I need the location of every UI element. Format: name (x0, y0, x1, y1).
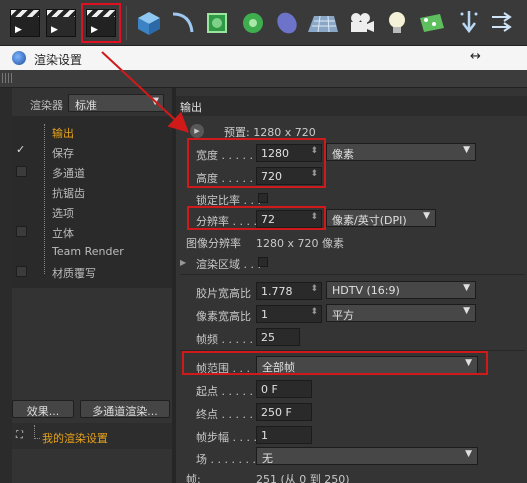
tree-item-options[interactable]: 选项 (12, 202, 172, 222)
tree-item-multipass[interactable]: 多通道 (12, 162, 172, 182)
unit-select[interactable]: 像素 ▼ (326, 143, 476, 161)
render-region-checkbox[interactable] (258, 257, 268, 267)
deformer-icon[interactable] (270, 5, 304, 41)
tree-item-save[interactable]: ✓ 保存 (12, 142, 172, 162)
tag-icon[interactable] (414, 5, 448, 41)
render-view-icon[interactable] (8, 5, 42, 41)
tree-item-label: 输出 (52, 127, 74, 140)
deformer-arrows-icon[interactable] (488, 5, 522, 41)
toolbar-separator (126, 6, 127, 40)
tree-item-stereo[interactable]: 立体 (12, 222, 172, 242)
film-aspect-select[interactable]: HDTV (16:9) ▼ (326, 281, 476, 299)
tree-item-label: 立体 (52, 227, 74, 240)
tree-item-label: Team Render (52, 245, 124, 258)
light-icon[interactable] (380, 5, 414, 41)
fps-input[interactable]: 25 (256, 328, 300, 346)
image-resolution-value: 1280 x 720 像素 (256, 237, 344, 250)
field-label: 场 . . . . . . . (196, 453, 256, 466)
window-title: 渲染设置 (34, 53, 83, 67)
frame-range-highlight (182, 351, 488, 375)
settings-tree: 输出 ✓ 保存 多通道 抗锯齿 选项 立体 Team Render 材质覆写 (12, 116, 172, 288)
lock-ratio-checkbox[interactable] (258, 193, 268, 203)
end-input[interactable]: 250 F (256, 403, 312, 421)
renderer-select-value: 标准 (75, 99, 97, 112)
end-label: 终点 . . . . . (196, 408, 253, 421)
enable-checkbox[interactable] (16, 226, 27, 237)
tree-item-material-override[interactable]: 材质覆写 (12, 262, 172, 282)
start-label: 起点 . . . . . (196, 385, 253, 398)
tree-item-output[interactable]: 输出 (12, 122, 172, 142)
render-setting-name: 我的渲染设置 (42, 432, 108, 445)
renderer-select[interactable]: 标准 ▼ (68, 94, 164, 112)
start-input[interactable]: 0 F (256, 380, 312, 398)
enable-checkbox[interactable] (16, 266, 27, 277)
generator-icon[interactable] (200, 5, 234, 41)
spinner-icon[interactable]: ⬍ (310, 307, 318, 317)
tree-item-antialiasing[interactable]: 抗锯齿 (12, 182, 172, 202)
tree-item-label: 保存 (52, 147, 74, 160)
film-aspect-label: 胶片宽高比 (196, 287, 251, 300)
tree-connector-line (34, 425, 40, 439)
size-highlight (187, 138, 326, 188)
tree-item-label: 抗锯齿 (52, 187, 85, 200)
render-to-picture-viewer-icon[interactable] (44, 5, 78, 41)
enable-checkbox[interactable] (16, 166, 27, 177)
chevron-down-icon: ▼ (463, 283, 470, 293)
fps-label: 帧频 . . . . . (196, 333, 253, 346)
resolution-unit-select[interactable]: 像素/英寸(DPI) ▼ (326, 209, 436, 227)
chevron-down-icon: ▼ (465, 449, 472, 459)
field-select[interactable]: 无 ▼ (256, 447, 478, 465)
image-resolution-label: 图像分辨率 (186, 237, 241, 250)
spinner-icon[interactable]: ⬍ (310, 284, 318, 294)
chevron-down-icon: ▼ (463, 306, 470, 316)
divider (180, 274, 525, 275)
renderer-label: 渲染器 (30, 99, 63, 112)
field-icon[interactable] (452, 5, 486, 41)
checkmark-icon[interactable]: ✓ (16, 143, 27, 156)
expand-triangle-icon[interactable]: ▶ (180, 258, 186, 267)
tree-item-team-render[interactable]: Team Render (12, 242, 172, 262)
spline-icon[interactable] (166, 5, 200, 41)
main-toolbar (0, 0, 527, 46)
tree-item-label: 选项 (52, 207, 74, 220)
settings-icon: ⛶ (16, 430, 23, 441)
multipass-render-button[interactable]: 多通道渲染... (80, 400, 170, 418)
panel-header-strip (0, 70, 527, 88)
camera-icon[interactable] (344, 5, 378, 41)
section-header: 输出 (176, 96, 527, 116)
render-setting-entry[interactable]: ⛶ 我的渲染设置 (12, 423, 172, 449)
floor-icon[interactable] (306, 5, 340, 41)
pixel-aspect-input[interactable]: 1 ⬍ (256, 305, 322, 323)
step-label: 帧步幅 . . . . (196, 431, 257, 444)
nurbs-icon[interactable] (236, 5, 270, 41)
tree-item-label: 多通道 (52, 167, 85, 180)
tree-item-label: 材质覆写 (52, 267, 96, 280)
pixel-aspect-label: 像素宽高比 (196, 310, 251, 323)
render-settings-highlight (81, 3, 121, 43)
chevron-down-icon: ▼ (423, 211, 430, 221)
pixel-aspect-select[interactable]: 平方 ▼ (326, 304, 476, 322)
effects-button[interactable]: 效果... (12, 400, 74, 418)
window-titlebar: 渲染设置 ↔ (0, 46, 527, 70)
chevron-down-icon: ▼ (151, 96, 159, 107)
preset-menu-icon[interactable]: ▶ (190, 124, 204, 138)
film-aspect-input[interactable]: 1.778 ⬍ (256, 282, 322, 300)
chevron-down-icon: ▼ (463, 145, 470, 155)
cube-icon[interactable] (132, 5, 166, 41)
resolution-highlight (187, 206, 326, 230)
render-region-label: 渲染区域 . . . (196, 258, 261, 271)
grip-icon[interactable] (2, 73, 12, 83)
resize-handle-icon[interactable]: ↔ (470, 49, 481, 64)
settings-tree-panel: 渲染器 标准 ▼ 输出 ✓ 保存 多通道 抗锯齿 选项 立体 Team Rend… (12, 88, 172, 483)
step-input[interactable]: 1 (256, 426, 312, 444)
frames-label: 帧: (186, 473, 201, 483)
cinema4d-logo-icon (12, 51, 26, 65)
frames-summary: 251 (从 0 到 250) (256, 473, 350, 483)
